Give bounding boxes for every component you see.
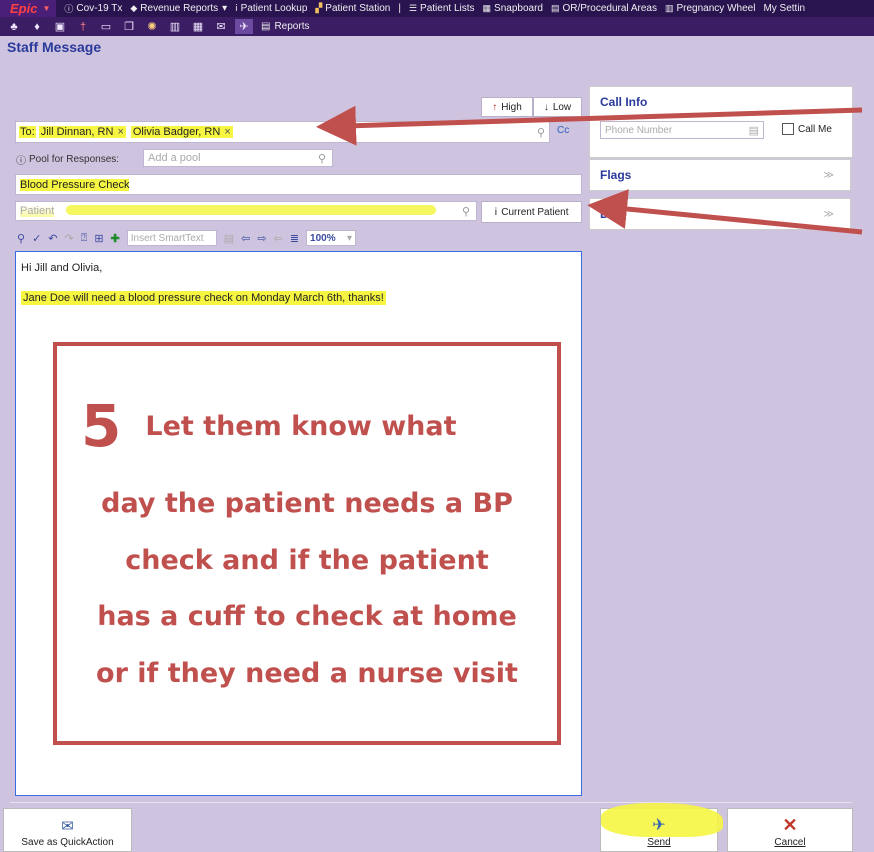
annotation-arrows	[316, 105, 863, 235]
send-icon: ✈	[652, 817, 666, 834]
quickaction-icon: ✉	[61, 818, 74, 835]
annotation-arrow	[316, 105, 863, 146]
cancel-button[interactable]: ✕ Cancel	[727, 808, 853, 852]
send-button[interactable]: ✈ Send	[600, 803, 723, 852]
save-as-quickaction-button[interactable]: ✉ Save as QuickAction	[3, 808, 132, 852]
annotation-arrow	[587, 189, 863, 235]
close-icon: ✕	[782, 815, 798, 835]
divider	[10, 802, 852, 803]
